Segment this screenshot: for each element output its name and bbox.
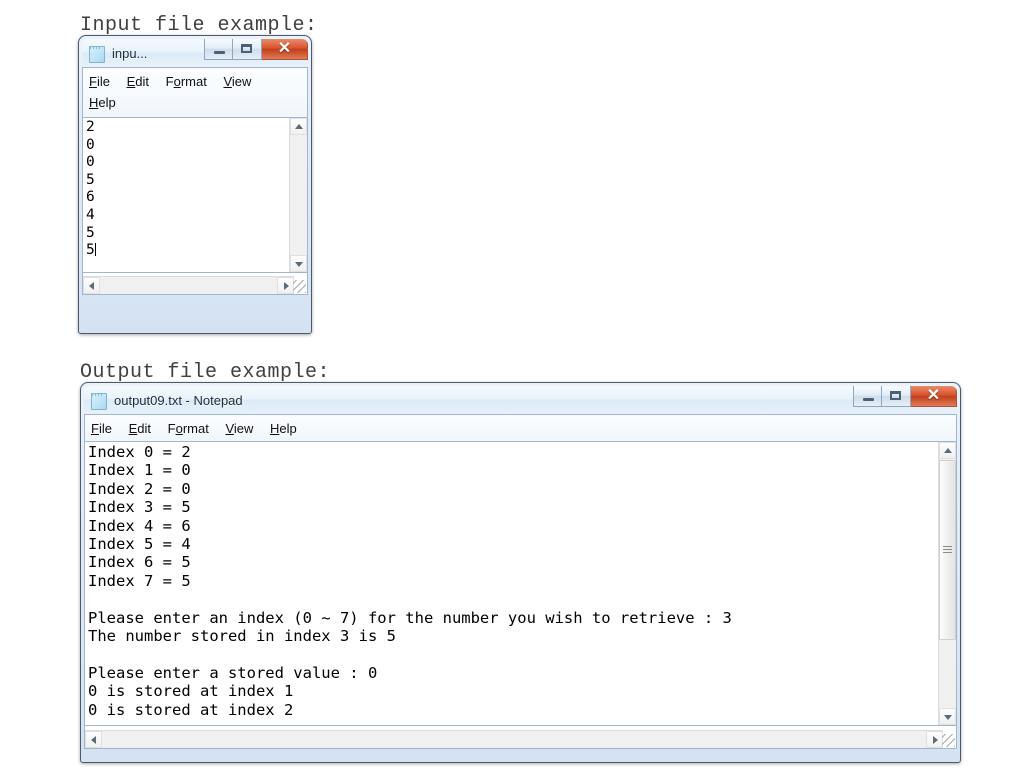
- maximize-button[interactable]: [882, 386, 911, 407]
- maximize-icon: [241, 44, 252, 53]
- menu-item-help[interactable]: Help: [89, 92, 125, 113]
- menu-item-help[interactable]: Help: [270, 418, 306, 439]
- menu-item-view[interactable]: View: [225, 418, 262, 439]
- scroll-right-arrow-icon: [283, 281, 289, 290]
- menu-item-file[interactable]: File: [89, 71, 119, 92]
- output-window-menubar: File Edit Format View Help: [84, 414, 957, 441]
- close-icon: ✕: [926, 387, 941, 404]
- close-button[interactable]: ✕: [911, 386, 957, 407]
- input-text-area[interactable]: 2 0 0 5 6 4 5 5: [82, 117, 308, 273]
- scroll-left-button[interactable]: [83, 277, 100, 294]
- menu-item-format[interactable]: Format: [168, 418, 218, 439]
- input-horizontal-scroll-area: [82, 273, 308, 295]
- scroll-down-button[interactable]: [290, 255, 307, 272]
- close-icon: ✕: [277, 40, 292, 57]
- scroll-up-button[interactable]: [290, 118, 307, 135]
- menu-item-edit[interactable]: Edit: [127, 71, 158, 92]
- input-window-title: inpu...: [112, 45, 148, 61]
- maximize-icon: [890, 391, 901, 400]
- notepad-document-icon: [88, 45, 107, 65]
- output-notepad-window: output09.txt - Notepad ✕ File Edit Forma…: [80, 382, 961, 763]
- text-caret: [94, 243, 96, 257]
- output-window-titlebar[interactable]: output09.txt - Notepad ✕: [84, 386, 957, 414]
- output-file-content: Index 0 = 2 Index 1 = 0 Index 2 = 0 Inde…: [88, 443, 732, 719]
- input-menu-row-1: File Edit Format View: [89, 71, 303, 92]
- scroll-up-arrow-icon: [294, 123, 303, 129]
- output-horizontal-scrollbar[interactable]: [85, 730, 943, 748]
- menu-item-file[interactable]: File: [91, 418, 121, 439]
- input-menu-row-2: Help: [89, 92, 303, 113]
- minimize-icon: [862, 398, 874, 402]
- input-window-menubar: File Edit Format View Help: [82, 67, 308, 117]
- scroll-up-arrow-icon: [943, 447, 952, 453]
- scroll-left-button[interactable]: [85, 731, 102, 748]
- output-vertical-scrollbar[interactable]: [938, 442, 956, 725]
- scroll-thumb-grip-icon: [942, 546, 952, 553]
- scroll-left-arrow-icon: [90, 735, 96, 744]
- maximize-button[interactable]: [233, 39, 262, 60]
- resize-grip-icon[interactable]: [293, 280, 306, 293]
- output-horizontal-scroll-area: [84, 726, 957, 749]
- scroll-right-button[interactable]: [926, 731, 943, 748]
- output-window-controls: ✕: [853, 386, 957, 407]
- input-window-titlebar[interactable]: inpu... ✕: [82, 39, 308, 67]
- minimize-button[interactable]: [853, 386, 882, 407]
- input-window-controls: ✕: [204, 39, 308, 60]
- scroll-down-arrow-icon: [294, 261, 303, 267]
- minimize-button[interactable]: [204, 39, 233, 60]
- output-example-caption: Output file example:: [80, 361, 331, 384]
- scroll-down-button[interactable]: [939, 708, 956, 725]
- menu-item-view[interactable]: View: [223, 71, 260, 92]
- menu-item-format[interactable]: Format: [166, 71, 216, 92]
- scroll-right-button[interactable]: [277, 277, 294, 294]
- scroll-up-button[interactable]: [939, 442, 956, 459]
- output-text-area[interactable]: Index 0 = 2 Index 1 = 0 Index 2 = 0 Inde…: [84, 441, 957, 726]
- input-notepad-window: inpu... ✕ File Edit Format View Help 2 0…: [78, 35, 312, 334]
- menu-item-edit[interactable]: Edit: [129, 418, 160, 439]
- output-window-title: output09.txt - Notepad: [114, 392, 243, 408]
- scroll-right-arrow-icon: [932, 735, 938, 744]
- close-button[interactable]: ✕: [262, 39, 308, 60]
- scroll-left-arrow-icon: [88, 281, 94, 290]
- output-menu-row: File Edit Format View Help: [91, 418, 952, 439]
- notepad-document-icon: [90, 392, 109, 412]
- input-file-content: 2 0 0 5 6 4 5 5: [86, 119, 96, 259]
- input-horizontal-scrollbar[interactable]: [83, 276, 294, 294]
- input-vertical-scrollbar[interactable]: [289, 118, 307, 272]
- minimize-icon: [213, 51, 225, 55]
- scroll-down-arrow-icon: [943, 714, 952, 720]
- vertical-scroll-thumb[interactable]: [939, 460, 956, 640]
- input-example-caption: Input file example:: [80, 14, 318, 37]
- resize-grip-icon[interactable]: [942, 734, 955, 747]
